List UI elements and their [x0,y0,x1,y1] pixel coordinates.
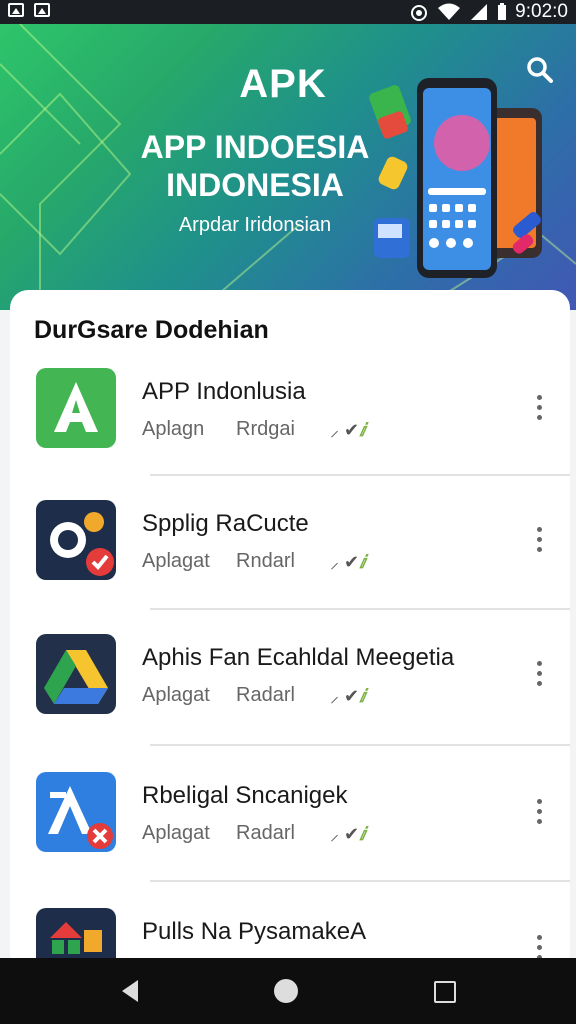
app-name: Spplig RaCucte [142,510,309,537]
app-store-a-icon [48,786,113,849]
header-banner: APK APP INDOESIA INDONESIA Arpdar Iridon… [0,24,576,310]
app-icon [36,368,116,448]
rating-glyph: ⅈ [359,686,366,706]
app-list-item[interactable]: Pulls Na PysamakeA [10,908,570,958]
status-time: 9:02:0 [515,1,568,22]
battery-icon [498,3,507,20]
signal-icon [471,4,488,20]
app-list-card: DurGsare Dodehian APP Indonlusia Aplagn … [10,290,570,970]
app-list-item[interactable]: Spplig RaCucte Aplagat Rndarl ⸝ ✔ⅈ [10,500,570,632]
divider [150,608,570,610]
app-rating: ⸝ ✔ⅈ [330,822,365,846]
divider [150,880,570,882]
drive-icon [44,650,108,704]
more-options-button[interactable] [528,390,550,426]
header-heading: APP INDOESIA INDONESIA [130,128,380,204]
app-tag: Rrdgai [236,418,295,440]
header-heading-line-1: APP INDOESIA [140,129,370,165]
more-options-button[interactable] [528,930,550,958]
app-category: Aplagat [142,550,210,572]
home-icon[interactable] [274,979,298,1003]
status-bar: 9:02:0 [0,0,576,24]
more-options-button[interactable] [528,656,550,692]
app-rating: ⸝ ✔ⅈ [330,418,365,442]
dash-icon: ⸝ [330,824,345,844]
check-icon: ✔ [344,420,360,440]
rating-glyph: ⅈ [359,824,366,844]
app-list-item[interactable]: APP Indonlusia Aplagn Rrdgai ⸝ ✔ⅈ [10,368,570,500]
app-name: APP Indonlusia [142,378,306,405]
app-rating: ⸝ ✔ⅈ [330,684,365,708]
alarm-icon [411,5,428,21]
app-tag: Rndarl [236,550,295,572]
blocks-app-icon [50,922,102,954]
app-name: Aphis Fan Ecahldal Meegetia [142,644,455,671]
section-title: DurGsare Dodehian [34,316,269,344]
image-icon [8,3,24,17]
header-heading-line-2: INDONESIA [166,167,344,203]
dash-icon: ⸝ [330,420,345,440]
header-subtitle: Arpdar Iridonsian [178,214,332,236]
app-icon [36,908,116,958]
app-tag: Radarl [236,684,295,706]
more-options-button[interactable] [528,794,550,830]
dash-icon: ⸝ [330,552,345,572]
back-icon[interactable] [122,980,138,1002]
image-icon [34,3,50,17]
check-icon: ✔ [344,552,360,572]
check-icon: ✔ [344,686,360,706]
wifi-icon [438,3,461,20]
dash-icon: ⸝ [330,686,345,706]
rating-glyph: ⅈ [359,552,366,572]
android-a-icon [54,382,98,432]
search-button[interactable] [524,54,556,86]
divider [150,744,570,746]
camera-app-icon [50,512,114,576]
app-rating: ⸝ ✔ⅈ [330,550,365,574]
app-list-item[interactable]: Rbeligal Sncanigek Aplagat Radarl ⸝ ✔ⅈ [10,772,570,904]
search-icon [527,57,553,83]
app-category: Aplagat [142,822,210,844]
app-list-item[interactable]: Aphis Fan Ecahldal Meegetia Aplagat Rada… [10,634,570,766]
recents-icon[interactable] [434,981,456,1003]
app-category: Aplagn [142,418,205,440]
app-icon [36,500,116,580]
app-category: Aplagat [142,684,210,706]
rating-glyph: ⅈ [359,420,366,440]
navigation-bar [0,958,576,1024]
app-icon [36,634,116,714]
app-icon [36,772,116,852]
app-name: Pulls Na PysamakeA [142,918,367,945]
divider [150,474,570,476]
more-options-button[interactable] [528,522,550,558]
check-icon: ✔ [344,824,360,844]
app-tag: Radarl [236,822,295,844]
app-name: Rbeligal Sncanigek [142,782,348,809]
